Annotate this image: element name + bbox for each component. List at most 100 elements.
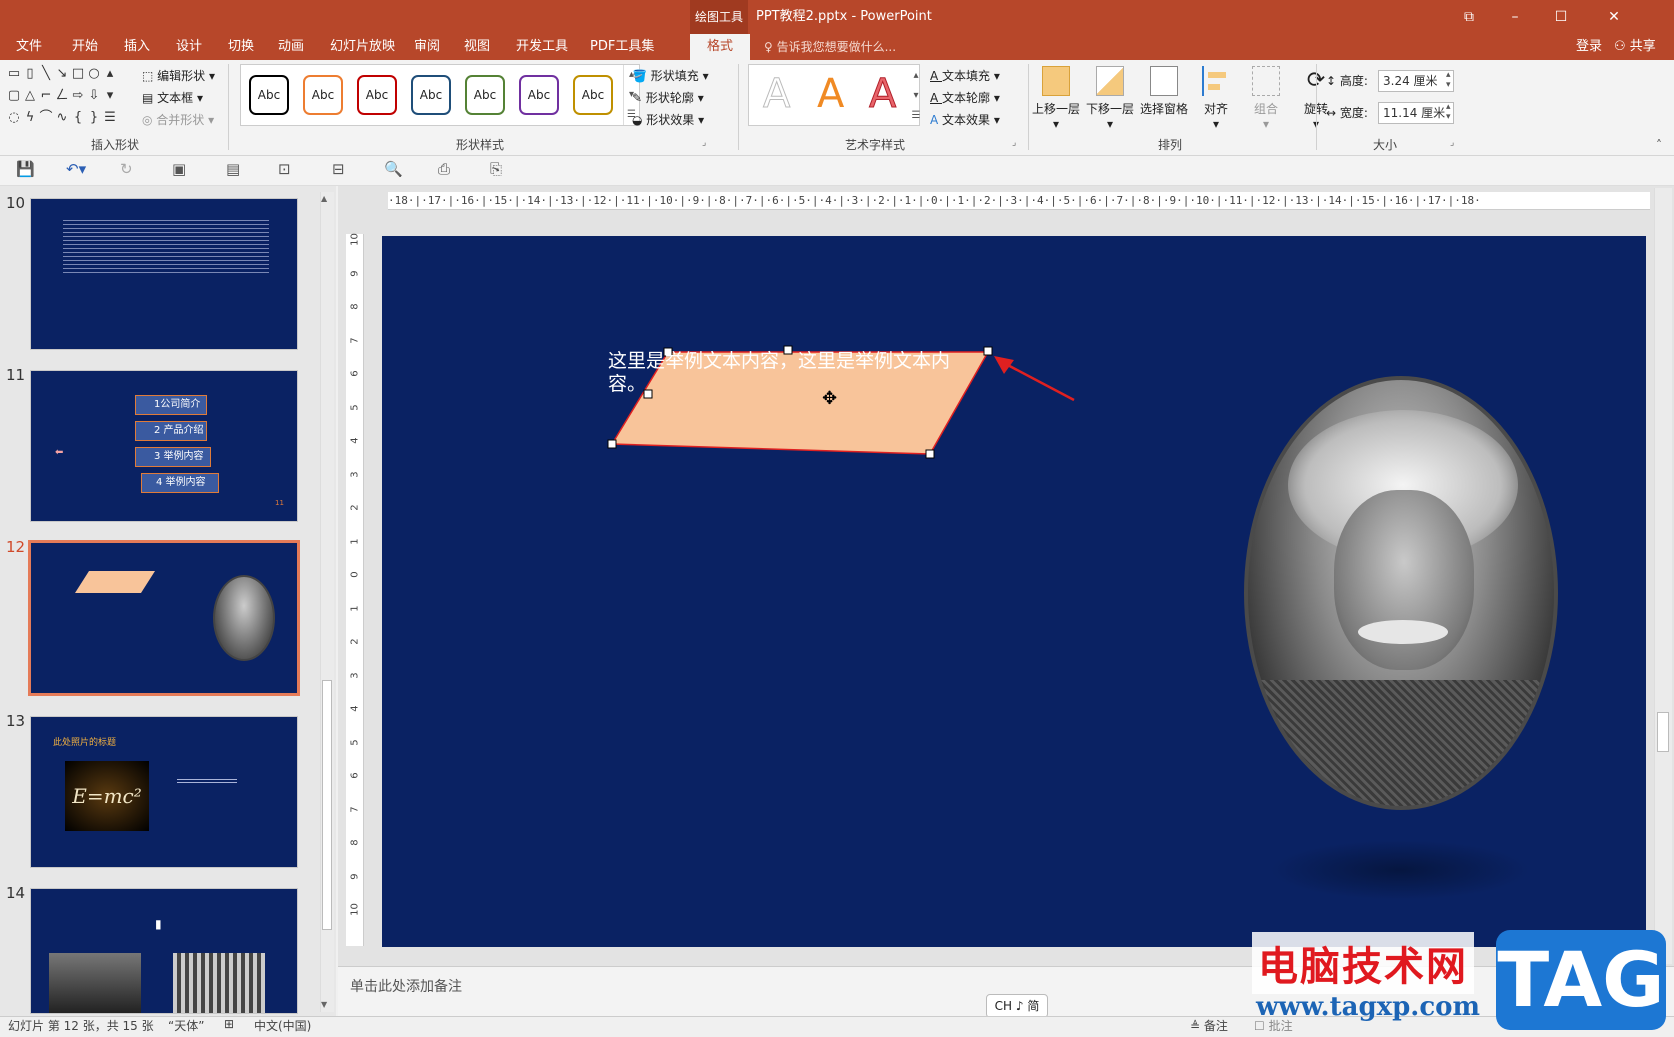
arc-shape-icon[interactable]: ⌒ [38, 106, 54, 125]
dialog-launcher-icon[interactable]: ⌟ [1012, 138, 1016, 148]
tab-review[interactable]: 审阅 [414, 34, 440, 60]
redo-icon[interactable]: ↻ [120, 160, 133, 178]
preview-icon[interactable]: 🔍 [384, 160, 403, 178]
shape-style-green[interactable]: Abc [465, 75, 505, 115]
curve-shape-icon[interactable]: ∿ [54, 110, 70, 128]
shape-style-purple[interactable]: Abc [519, 75, 559, 115]
save-icon[interactable]: 💾 [16, 160, 35, 178]
tab-animations[interactable]: 动画 [278, 34, 304, 60]
scroll-down-icon[interactable]: ▼ [321, 1000, 327, 1009]
text-fill-button[interactable]: A 文本填充 ▾ [930, 66, 1000, 86]
gallery-scroll-down-icon[interactable]: ▾ [102, 88, 118, 106]
tell-me-search[interactable]: ♀ 告诉我您想要做什么... [764, 34, 896, 60]
down-arrow-shape-icon[interactable]: ⇩ [86, 88, 102, 106]
presenter-icon[interactable]: ⊟ [332, 160, 345, 178]
print-icon[interactable]: ⎙ [438, 160, 450, 178]
shape-style-red[interactable]: Abc [357, 75, 397, 115]
ribbon-display-options-icon[interactable]: ⧉ [1446, 0, 1492, 34]
bring-forward-button[interactable]: 上移一层 ▾ [1030, 66, 1082, 131]
slide-thumbnail-13[interactable]: 此处照片的标题 E=mc² [30, 716, 298, 868]
edit-shape-button[interactable]: ⬚ 编辑形状 ▾ [142, 66, 215, 86]
merge-shapes-button[interactable]: ◎ 合并形状 ▾ [142, 110, 214, 130]
shape-fill-button[interactable]: 🪣 形状填充 ▾ [632, 66, 709, 86]
shapes-gallery[interactable]: ▭ ▯ ╲ ↘ □ ○ ▴ ▢ △ ⌐ ㄥ ⇨ ⇩ ▾ ◌ ϟ ⌒ ∿{} ☰ [6, 66, 134, 128]
slide-thumbnail-12[interactable] [28, 540, 300, 696]
einstein-portrait-image[interactable] [1244, 376, 1558, 810]
login-link[interactable]: 登录 [1576, 34, 1602, 60]
wordart-style-red[interactable]: A [868, 71, 896, 118]
notes-toggle[interactable]: ≜ 备注 [1190, 1017, 1228, 1034]
brace-left-shape-icon[interactable]: { [70, 110, 86, 128]
wordart-style-orange[interactable]: A [817, 71, 844, 117]
text-effects-button[interactable]: A 文本效果 ▾ [930, 110, 1000, 130]
export-icon[interactable]: ⎘ [490, 160, 502, 178]
text-outline-button[interactable]: A 文本轮廓 ▾ [930, 88, 1000, 108]
selection-pane-button[interactable]: 选择窗格 [1138, 66, 1190, 117]
brace-right-shape-icon[interactable]: } [86, 110, 102, 128]
gallery-more-icon[interactable]: ☰ [102, 110, 118, 128]
collapse-ribbon-icon[interactable]: ˄ [1656, 138, 1662, 152]
shape-style-orange[interactable]: Abc [303, 75, 343, 115]
shape-text[interactable]: 这里是举例文本内容，这里是举例文本内容。 [608, 350, 968, 396]
tab-format[interactable]: 格式 [690, 34, 750, 60]
oval-shape-icon[interactable]: ○ [86, 66, 102, 84]
shape-effects-button[interactable]: ◒ 形状效果 ▾ [632, 110, 704, 130]
dialog-launcher-icon[interactable]: ⌟ [702, 138, 706, 148]
shape-style-blue[interactable]: Abc [411, 75, 451, 115]
scroll-up-icon[interactable]: ▲ [321, 194, 327, 203]
maximize-button[interactable]: ☐ [1538, 0, 1584, 34]
layout-icon[interactable]: ▤ [226, 160, 240, 178]
slide-thumbnail-10[interactable] [30, 198, 298, 350]
slideshow-icon[interactable]: ⊡ [278, 160, 291, 178]
height-spinner-icon[interactable]: ▴ ▾ [1446, 70, 1451, 90]
width-input[interactable]: 11.14 厘米 [1378, 102, 1454, 124]
lightning-shape-icon[interactable]: ϟ [22, 110, 38, 128]
resize-handle[interactable] [607, 439, 617, 449]
arrow-line-shape-icon[interactable]: ↘ [54, 66, 70, 84]
freeform-shape-icon[interactable]: ◌ [6, 110, 22, 128]
textbox-shape-icon[interactable]: ▭ [6, 66, 22, 84]
shape-outline-button[interactable]: ✎ 形状轮廓 ▾ [632, 88, 704, 108]
tab-home[interactable]: 开始 [72, 34, 98, 60]
dialog-launcher-icon[interactable]: ⌟ [1450, 138, 1454, 148]
elbow-connector-shape-icon[interactable]: ⌐ [38, 88, 54, 106]
wordart-style-plain[interactable]: A [762, 71, 790, 118]
ime-indicator[interactable]: CH ♪ 简 [986, 994, 1048, 1018]
tab-transitions[interactable]: 切换 [228, 34, 254, 60]
tab-slideshow[interactable]: 幻灯片放映 [330, 34, 395, 60]
slide-thumbnail-14[interactable]: ▮ [30, 888, 298, 1014]
editor-scrollbar[interactable] [1654, 188, 1672, 964]
connector-shape-icon[interactable]: ㄥ [54, 84, 70, 103]
right-arrow-shape-icon[interactable]: ⇨ [70, 88, 86, 106]
send-backward-button[interactable]: 下移一层 ▾ [1084, 66, 1136, 131]
wordart-scroll-icon[interactable]: ▴ ▾ ☰ [910, 66, 922, 126]
height-input[interactable]: 3.24 厘米 [1378, 70, 1454, 92]
resize-handle[interactable] [925, 449, 935, 459]
wordart-gallery[interactable]: A A A [748, 64, 920, 126]
new-slide-icon[interactable]: ▣ [172, 160, 186, 178]
shape-style-gold[interactable]: Abc [573, 75, 613, 115]
align-button[interactable]: 对齐 ▾ [1190, 66, 1242, 131]
triangle-shape-icon[interactable]: △ [22, 88, 38, 106]
close-button[interactable]: ✕ [1584, 0, 1644, 34]
thumbnails-scroll-thumb[interactable] [322, 680, 332, 930]
tab-pdf-tools[interactable]: PDF工具集 [590, 34, 654, 60]
tab-insert[interactable]: 插入 [124, 34, 150, 60]
line-shape-icon[interactable]: ╲ [38, 66, 54, 84]
gallery-scroll-up-icon[interactable]: ▴ [102, 66, 118, 84]
language-status[interactable]: 中文(中国) [254, 1017, 311, 1034]
spellcheck-icon[interactable]: ⊞ [224, 1017, 234, 1031]
tab-view[interactable]: 视图 [464, 34, 490, 60]
textbox-button[interactable]: ▤ 文本框 ▾ [142, 88, 203, 108]
minimize-button[interactable]: – [1492, 0, 1538, 34]
shape-style-black[interactable]: Abc [249, 75, 289, 115]
undo-icon[interactable]: ↶▾ [66, 160, 86, 178]
group-button[interactable]: 组合 ▾ [1240, 66, 1292, 131]
notes-placeholder[interactable]: 单击此处添加备注 [350, 976, 462, 996]
tab-developer[interactable]: 开发工具 [516, 34, 568, 60]
tab-file[interactable]: 文件 [16, 34, 42, 60]
slide-thumbnail-11[interactable]: 1公司简介 2 产品介绍 3 举例内容 4 举例内容 ⬅ 11 [30, 370, 298, 522]
rectangle-shape-icon[interactable]: □ [70, 66, 86, 84]
width-spinner-icon[interactable]: ▴ ▾ [1446, 102, 1451, 122]
rounded-rect-shape-icon[interactable]: ▢ [6, 88, 22, 106]
